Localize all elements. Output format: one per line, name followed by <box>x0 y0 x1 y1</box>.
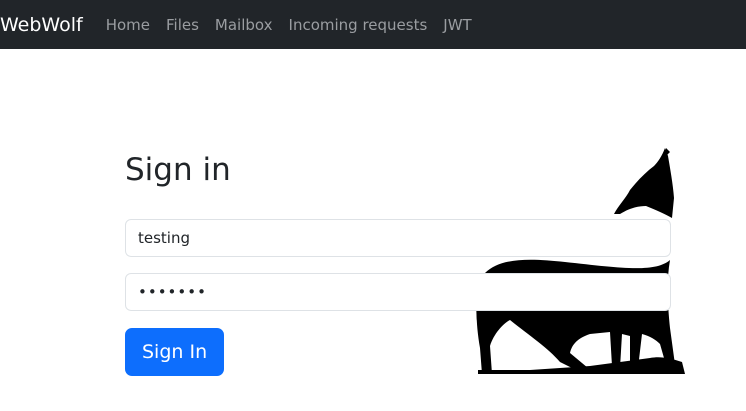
page-title: Sign in <box>125 152 231 188</box>
nav-link-jwt[interactable]: JWT <box>443 16 471 34</box>
nav-link-mailbox[interactable]: Mailbox <box>215 16 273 34</box>
nav-link-incoming-requests[interactable]: Incoming requests <box>289 16 428 34</box>
sign-in-button[interactable]: Sign In <box>125 328 225 376</box>
nav-link-home[interactable]: Home <box>106 16 150 34</box>
top-navbar: WebWolf Home Files Mailbox Incoming requ… <box>0 0 746 49</box>
nav-link-files[interactable]: Files <box>166 16 199 34</box>
nav-links: Home Files Mailbox Incoming requests JWT <box>106 16 488 34</box>
password-field[interactable] <box>125 273 671 311</box>
username-field[interactable] <box>125 219 671 257</box>
brand-link[interactable]: WebWolf <box>0 14 83 36</box>
login-form: Sign in Sign In <box>125 150 671 376</box>
